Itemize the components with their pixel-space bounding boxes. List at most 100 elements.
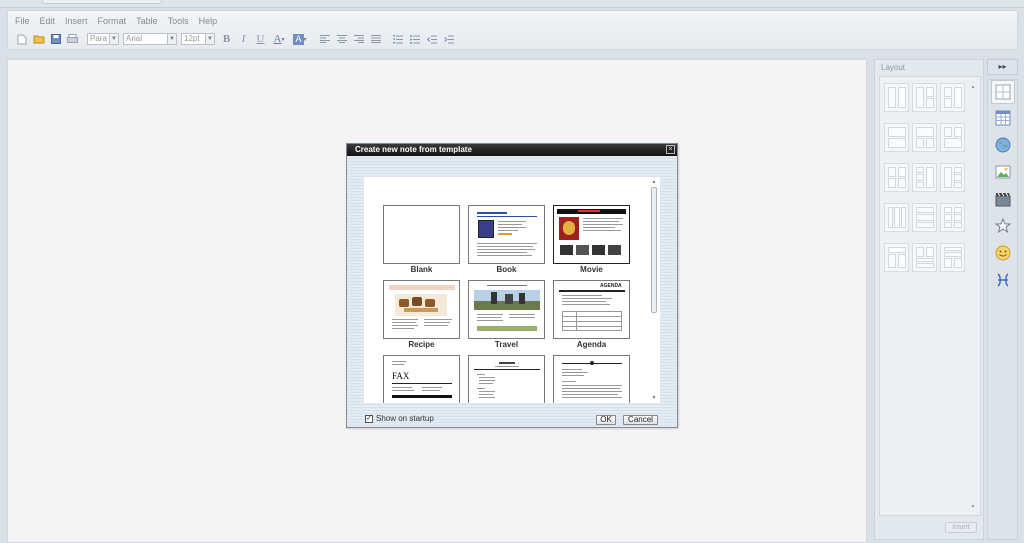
- layout-mixed-c[interactable]: [940, 243, 965, 272]
- font-color-button[interactable]: A ▾: [270, 32, 288, 47]
- menu-edit[interactable]: Edit: [40, 15, 56, 28]
- toolbar-panel: File Edit Insert Format Table Tools Help…: [7, 10, 1018, 50]
- thumb-fax-heading: FAX: [392, 371, 410, 381]
- dialog-titlebar[interactable]: Create new note from template ×: [347, 144, 677, 156]
- open-folder-icon[interactable]: [31, 32, 46, 47]
- underline-button[interactable]: U: [253, 32, 268, 47]
- layout-three-columns[interactable]: [884, 203, 909, 232]
- template-thumbnail[interactable]: [553, 205, 630, 264]
- layout-mixed-a[interactable]: [884, 243, 909, 272]
- menu-help[interactable]: Help: [199, 15, 218, 28]
- layout-six-grid[interactable]: [940, 203, 965, 232]
- insert-button[interactable]: Insert: [945, 522, 977, 533]
- layout-split-left-column[interactable]: [940, 83, 965, 112]
- numbered-list-icon[interactable]: [390, 32, 405, 47]
- align-right-icon[interactable]: [351, 32, 366, 47]
- window-tab[interactable]: [42, 0, 162, 4]
- clipart-tab-icon[interactable]: [991, 214, 1015, 238]
- template-thumbnail[interactable]: [468, 355, 545, 403]
- window-top-strip: [0, 0, 1024, 8]
- template-scrollbar[interactable]: ▲ ▼: [649, 177, 659, 403]
- template-agenda[interactable]: AGENDA Agenda: [553, 280, 630, 355]
- menu-table[interactable]: Table: [136, 15, 158, 28]
- layout-panel-title: Layout: [881, 63, 906, 72]
- chevron-down-icon: ▾: [303, 36, 307, 43]
- show-on-startup-checkbox[interactable]: ✓: [365, 414, 373, 423]
- menu-format[interactable]: Format: [98, 15, 127, 28]
- template-thumbnail[interactable]: [383, 205, 460, 264]
- font-family-select[interactable]: Arial ▼: [123, 33, 177, 45]
- align-left-icon[interactable]: [317, 32, 332, 47]
- template-label: Travel: [494, 340, 519, 349]
- layout-four-grid[interactable]: [884, 163, 909, 192]
- increase-indent-icon[interactable]: [441, 32, 456, 47]
- layout-three-rows[interactable]: [912, 203, 937, 232]
- scroll-down-icon[interactable]: ▼: [969, 503, 977, 511]
- template-thumbnail[interactable]: [468, 205, 545, 264]
- scroll-up-icon[interactable]: ▲: [650, 178, 658, 186]
- show-on-startup-label[interactable]: Show on startup: [376, 414, 434, 423]
- template-travel[interactable]: Travel: [468, 280, 545, 355]
- decrease-indent-icon[interactable]: [424, 32, 439, 47]
- template-letter[interactable]: [553, 355, 630, 403]
- layout-mixed-b[interactable]: [912, 243, 937, 272]
- font-size-select[interactable]: 12pt ▼: [181, 33, 215, 45]
- print-icon[interactable]: [65, 32, 80, 47]
- template-thumbnail[interactable]: [468, 280, 545, 339]
- collapse-panel-button[interactable]: ▸▸: [987, 59, 1018, 75]
- layout-three-left[interactable]: [912, 163, 937, 192]
- movie-tab-icon[interactable]: [991, 187, 1015, 211]
- template-book[interactable]: Book: [468, 205, 545, 280]
- bullet-list-icon[interactable]: [407, 32, 422, 47]
- font-family-value: Arial: [126, 34, 143, 43]
- ok-button[interactable]: OK: [596, 415, 616, 425]
- align-center-icon[interactable]: [334, 32, 349, 47]
- side-tab-strip: [987, 79, 1018, 540]
- table-tab-icon[interactable]: [991, 106, 1015, 130]
- globe-tab-icon[interactable]: [991, 133, 1015, 157]
- template-recipe[interactable]: Recipe: [383, 280, 460, 355]
- template-movie[interactable]: Movie: [553, 205, 630, 280]
- highlight-color-button[interactable]: A ▾: [290, 32, 310, 47]
- menu-tools[interactable]: Tools: [168, 15, 189, 28]
- layout-grid: [884, 83, 965, 272]
- menu-insert[interactable]: Insert: [65, 15, 88, 28]
- italic-button[interactable]: I: [236, 32, 251, 47]
- bold-button[interactable]: B: [219, 32, 234, 47]
- menu-file[interactable]: File: [15, 15, 30, 28]
- new-document-icon[interactable]: [14, 32, 29, 47]
- emoticon-tab-icon[interactable]: [991, 241, 1015, 265]
- chevron-down-icon: ▼: [167, 34, 176, 44]
- layout-tab-icon[interactable]: [991, 80, 1015, 104]
- scrollbar-thumb[interactable]: [651, 187, 657, 313]
- template-label: Blank: [410, 265, 433, 274]
- template-label: Agenda: [576, 340, 607, 349]
- layout-column-split-right[interactable]: [912, 83, 937, 112]
- cancel-button[interactable]: Cancel: [623, 415, 658, 425]
- layout-three-right[interactable]: [940, 163, 965, 192]
- image-tab-icon[interactable]: [991, 160, 1015, 184]
- template-blank[interactable]: Blank: [383, 205, 460, 280]
- dialog-body: Blank Book Movie Recipe Travel AGENDA Ag…: [347, 156, 677, 427]
- paragraph-style-select[interactable]: Para ▼: [87, 33, 119, 45]
- align-justify-icon[interactable]: [368, 32, 383, 47]
- save-icon[interactable]: [48, 32, 63, 47]
- layout-row-split-bottom[interactable]: [912, 123, 937, 152]
- layout-split-top-row[interactable]: [940, 123, 965, 152]
- symbols-tab-icon[interactable]: [991, 268, 1015, 292]
- template-thumbnail[interactable]: [383, 280, 460, 339]
- template-fax[interactable]: FAX: [383, 355, 460, 403]
- template-notes[interactable]: [468, 355, 545, 403]
- layout-two-columns[interactable]: [884, 83, 909, 112]
- layout-two-rows[interactable]: [884, 123, 909, 152]
- template-thumbnail[interactable]: AGENDA: [553, 280, 630, 339]
- scroll-up-icon[interactable]: ▲: [969, 83, 977, 91]
- template-thumbnail[interactable]: FAX: [383, 355, 460, 403]
- scroll-down-icon[interactable]: ▼: [650, 394, 658, 402]
- template-thumbnail[interactable]: [553, 355, 630, 403]
- show-on-startup-option[interactable]: ✓ Show on startup: [365, 414, 434, 423]
- layout-panel-header: Layout: [875, 60, 983, 76]
- chevron-down-icon: ▼: [109, 34, 118, 44]
- layout-scrollbar[interactable]: ▲ ▼: [969, 83, 977, 511]
- close-icon[interactable]: ×: [666, 145, 675, 154]
